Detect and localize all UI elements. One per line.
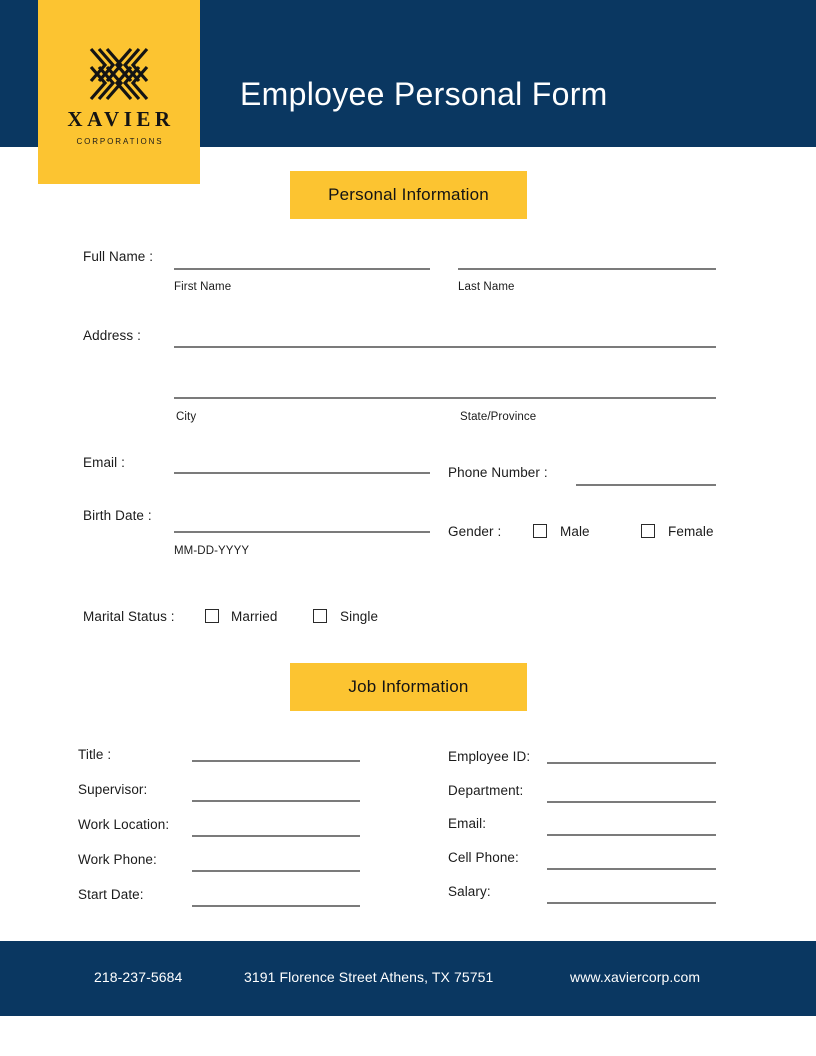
work-location-input[interactable] bbox=[192, 835, 360, 837]
first-name-input[interactable] bbox=[174, 268, 430, 270]
salary-input[interactable] bbox=[547, 902, 716, 904]
gender-female-label: Female bbox=[668, 524, 714, 539]
last-name-hint: Last Name bbox=[458, 281, 515, 293]
employee-id-input[interactable] bbox=[547, 762, 716, 764]
start-date-input[interactable] bbox=[192, 905, 360, 907]
company-logo-block: XAVIER CORPORATIONS bbox=[38, 0, 200, 184]
work-location-label: Work Location: bbox=[78, 817, 170, 832]
gender-label: Gender : bbox=[448, 524, 502, 539]
last-name-input[interactable] bbox=[458, 268, 716, 270]
section-banner-personal-information: Personal Information bbox=[290, 171, 527, 219]
gender-female-checkbox[interactable] bbox=[641, 524, 655, 538]
address-label: Address : bbox=[83, 328, 141, 343]
salary-label: Salary: bbox=[448, 884, 491, 899]
first-name-hint: First Name bbox=[174, 281, 232, 293]
birth-date-format-hint: MM-DD-YYYY bbox=[174, 545, 250, 557]
work-phone-label: Work Phone: bbox=[78, 852, 157, 867]
footer-address: 3191 Florence Street Athens, TX 75751 bbox=[244, 969, 494, 985]
employee-id-label: Employee ID: bbox=[448, 749, 531, 764]
marital-single-label: Single bbox=[340, 609, 379, 624]
supervisor-label: Supervisor: bbox=[78, 782, 148, 797]
job-email-label: Email: bbox=[448, 816, 487, 831]
cell-phone-label: Cell Phone: bbox=[448, 850, 519, 865]
phone-number-input[interactable] bbox=[576, 484, 716, 486]
address-line2-input[interactable] bbox=[174, 397, 716, 399]
x-chevron-logo-icon bbox=[89, 47, 149, 100]
supervisor-input[interactable] bbox=[192, 800, 360, 802]
department-label: Department: bbox=[448, 783, 524, 798]
logo-tagline: CORPORATIONS bbox=[76, 136, 164, 146]
job-title-input[interactable] bbox=[192, 760, 360, 762]
job-title-label: Title : bbox=[78, 747, 112, 762]
gender-male-label: Male bbox=[560, 524, 590, 539]
marital-married-label: Married bbox=[231, 609, 278, 624]
email-label: Email : bbox=[83, 455, 125, 470]
email-input[interactable] bbox=[174, 472, 430, 474]
state-province-hint: State/Province bbox=[460, 411, 537, 423]
work-phone-input[interactable] bbox=[192, 870, 360, 872]
phone-number-label: Phone Number : bbox=[448, 465, 548, 480]
start-date-label: Start Date: bbox=[78, 887, 144, 902]
city-hint: City bbox=[176, 411, 197, 423]
cell-phone-input[interactable] bbox=[547, 868, 716, 870]
logo-wordmark: XAVIER bbox=[67, 106, 175, 131]
birth-date-input[interactable] bbox=[174, 531, 430, 533]
address-line1-input[interactable] bbox=[174, 346, 716, 348]
full-name-label: Full Name : bbox=[83, 249, 154, 264]
gender-male-checkbox[interactable] bbox=[533, 524, 547, 538]
marital-married-checkbox[interactable] bbox=[205, 609, 219, 623]
job-email-input[interactable] bbox=[547, 834, 716, 836]
section-banner-job-information: Job Information bbox=[290, 663, 527, 711]
department-input[interactable] bbox=[547, 801, 716, 803]
page-title: Employee Personal Form bbox=[240, 76, 608, 112]
marital-status-label: Marital Status : bbox=[83, 609, 175, 624]
marital-single-checkbox[interactable] bbox=[313, 609, 327, 623]
footer-website[interactable]: www.xaviercorp.com bbox=[570, 969, 700, 985]
footer-phone: 218-237-5684 bbox=[94, 969, 183, 985]
birth-date-label: Birth Date : bbox=[83, 508, 152, 523]
employee-personal-form-page: XAVIER CORPORATIONS Employee Personal Fo… bbox=[0, 0, 816, 1056]
